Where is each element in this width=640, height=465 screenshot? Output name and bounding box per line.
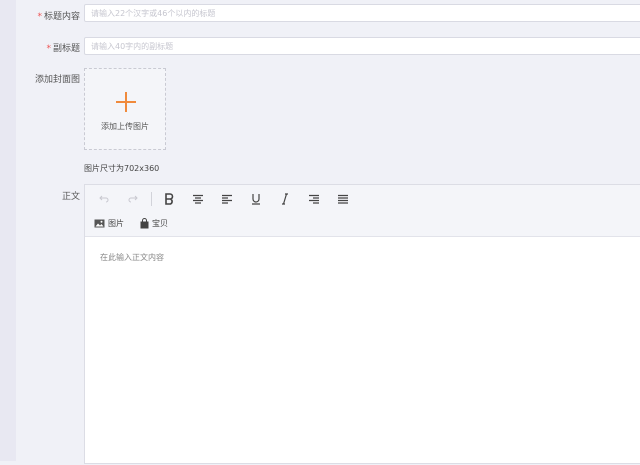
insert-image-button[interactable]: 图片 [94,218,124,229]
undo-icon [99,195,109,203]
editor-placeholder: 在此输入正文内容 [100,253,164,262]
cover-label: 添加封面图 [34,75,80,85]
align-right-button[interactable] [303,190,325,208]
undo-button[interactable] [93,190,115,208]
redo-icon [128,195,138,203]
bold-icon [165,193,174,205]
align-justify-button[interactable] [332,190,354,208]
image-icon [94,219,105,227]
plus-icon [116,92,136,112]
rich-text-editor: 图片 宝贝 在此输入正文内容 [84,184,640,464]
cover-upload-button[interactable]: 添加上传图片 [84,68,166,150]
italic-button[interactable] [274,190,296,208]
editor-content-area[interactable]: 在此输入正文内容 [85,237,640,465]
insert-image-label: 图片 [108,218,124,228]
subtitle-label-text: 副标题 [52,44,80,54]
align-right-icon [309,194,319,204]
toolbar-separator [151,192,152,206]
editor-toolbar: 图片 宝贝 [85,185,640,237]
insert-treasure-button[interactable]: 宝贝 [140,217,168,229]
align-justify-icon [338,194,348,204]
insert-treasure-label: 宝贝 [152,218,168,228]
underline-button[interactable] [245,190,267,208]
align-center-icon [193,194,203,204]
underline-icon [252,194,260,205]
subtitle-label: * 副标题 [0,41,80,54]
title-label-text: 标题内容 [43,12,80,22]
align-center-button[interactable] [187,190,209,208]
italic-icon [282,193,288,205]
bold-button[interactable] [158,190,180,208]
shopping-bag-icon [140,217,149,228]
align-left-icon [222,194,232,204]
subtitle-input[interactable] [84,37,640,55]
body-label: 正文 [61,192,80,202]
title-label: * 标题内容 [0,9,80,22]
image-size-hint: 图片尺寸为702x360 [84,164,160,173]
redo-button[interactable] [122,190,144,208]
title-input[interactable] [84,4,640,22]
align-left-button[interactable] [216,190,238,208]
required-marker: * [37,12,42,22]
left-strip [0,0,16,461]
upload-text: 添加上传图片 [101,122,149,131]
required-marker: * [46,44,51,54]
